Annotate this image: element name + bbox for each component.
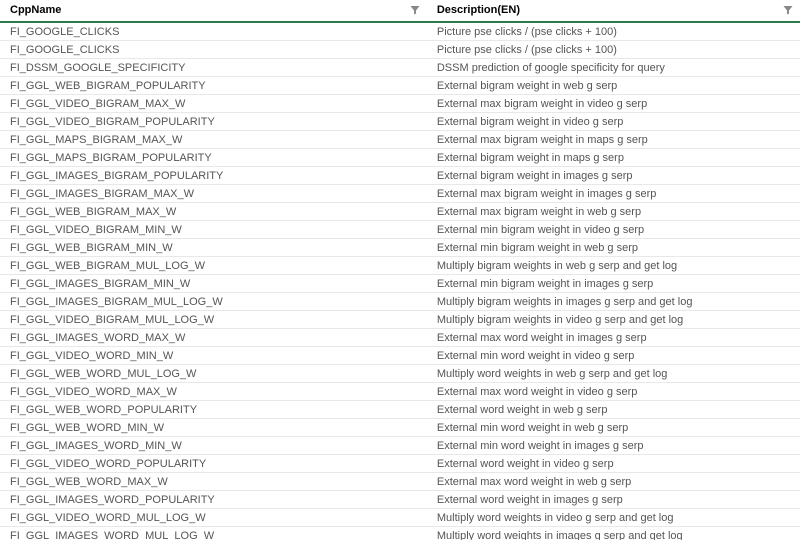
cell-cpp-name: FI_GGL_WEB_BIGRAM_POPULARITY [0, 77, 427, 95]
cell-cpp-name: FI_GGL_IMAGES_BIGRAM_MIN_W [0, 275, 427, 293]
table-row[interactable]: FI_GGL_VIDEO_BIGRAM_MAX_WExternal max bi… [0, 95, 800, 113]
cell-description: External word weight in web g serp [427, 401, 800, 419]
cell-cpp-name: FI_GGL_WEB_WORD_MUL_LOG_W [0, 365, 427, 383]
cell-description: Multiply word weights in images g serp a… [427, 527, 800, 540]
cell-cpp-name: FI_GOOGLE_CLICKS [0, 22, 427, 41]
cell-cpp-name: FI_GGL_IMAGES_WORD_MAX_W [0, 329, 427, 347]
table-row[interactable]: FI_DSSM_GOOGLE_SPECIFICITYDSSM predictio… [0, 59, 800, 77]
table-row[interactable]: FI_GGL_IMAGES_BIGRAM_MIN_WExternal min b… [0, 275, 800, 293]
cell-cpp-name: FI_GGL_IMAGES_WORD_MUL_LOG_W [0, 527, 427, 540]
table-row[interactable]: FI_GOOGLE_CLICKSPicture pse clicks / (ps… [0, 41, 800, 59]
table-header-row: CppName Description(EN) [0, 0, 800, 22]
cell-cpp-name: FI_GGL_IMAGES_BIGRAM_MUL_LOG_W [0, 293, 427, 311]
cell-cpp-name: FI_GGL_WEB_BIGRAM_MIN_W [0, 239, 427, 257]
cell-cpp-name: FI_GGL_IMAGES_BIGRAM_POPULARITY [0, 167, 427, 185]
cell-description: External bigram weight in web g serp [427, 77, 800, 95]
header-cpp-name[interactable]: CppName [0, 0, 427, 22]
table-row[interactable]: FI_GGL_VIDEO_WORD_MAX_WExternal max word… [0, 383, 800, 401]
cell-description: External min word weight in video g serp [427, 347, 800, 365]
cell-description: External bigram weight in video g serp [427, 113, 800, 131]
cell-description: External max word weight in web g serp [427, 473, 800, 491]
table-row[interactable]: FI_GGL_IMAGES_WORD_MUL_LOG_WMultiply wor… [0, 527, 800, 540]
cell-cpp-name: FI_GGL_VIDEO_BIGRAM_POPULARITY [0, 113, 427, 131]
table-row[interactable]: FI_GGL_VIDEO_BIGRAM_MUL_LOG_WMultiply bi… [0, 311, 800, 329]
cell-cpp-name: FI_GGL_IMAGES_WORD_MIN_W [0, 437, 427, 455]
cell-cpp-name: FI_GGL_MAPS_BIGRAM_POPULARITY [0, 149, 427, 167]
cell-description: External max bigram weight in web g serp [427, 203, 800, 221]
cell-description: External word weight in images g serp [427, 491, 800, 509]
cell-cpp-name: FI_GGL_WEB_WORD_MAX_W [0, 473, 427, 491]
cell-description: DSSM prediction of google specificity fo… [427, 59, 800, 77]
cell-cpp-name: FI_GGL_VIDEO_WORD_MIN_W [0, 347, 427, 365]
header-label: CppName [10, 4, 61, 16]
table-row[interactable]: FI_GGL_VIDEO_WORD_POPULARITYExternal wor… [0, 455, 800, 473]
cell-description: External min bigram weight in images g s… [427, 275, 800, 293]
table-row[interactable]: FI_GGL_VIDEO_BIGRAM_MIN_WExternal min bi… [0, 221, 800, 239]
cell-cpp-name: FI_GOOGLE_CLICKS [0, 41, 427, 59]
cell-description: External min word weight in images g ser… [427, 437, 800, 455]
cell-description: External max bigram weight in maps g ser… [427, 131, 800, 149]
cell-cpp-name: FI_GGL_VIDEO_WORD_MUL_LOG_W [0, 509, 427, 527]
cell-cpp-name: FI_GGL_WEB_BIGRAM_MAX_W [0, 203, 427, 221]
cell-description: Multiply word weights in web g serp and … [427, 365, 800, 383]
filter-icon[interactable] [409, 4, 421, 16]
cell-description: External min word weight in web g serp [427, 419, 800, 437]
table-row[interactable]: FI_GGL_MAPS_BIGRAM_MAX_WExternal max big… [0, 131, 800, 149]
table-row[interactable]: FI_GGL_WEB_WORD_POPULARITYExternal word … [0, 401, 800, 419]
cell-cpp-name: FI_GGL_IMAGES_WORD_POPULARITY [0, 491, 427, 509]
table-row[interactable]: FI_GGL_VIDEO_BIGRAM_POPULARITYExternal b… [0, 113, 800, 131]
cell-cpp-name: FI_GGL_VIDEO_BIGRAM_MAX_W [0, 95, 427, 113]
table-row[interactable]: FI_GGL_WEB_BIGRAM_POPULARITYExternal big… [0, 77, 800, 95]
cell-description: Multiply bigram weights in images g serp… [427, 293, 800, 311]
cell-description: External word weight in video g serp [427, 455, 800, 473]
table-row[interactable]: FI_GOOGLE_CLICKSPicture pse clicks / (ps… [0, 22, 800, 41]
cell-cpp-name: FI_GGL_VIDEO_BIGRAM_MUL_LOG_W [0, 311, 427, 329]
table-row[interactable]: FI_GGL_WEB_BIGRAM_MAX_WExternal max bigr… [0, 203, 800, 221]
header-description[interactable]: Description(EN) [427, 0, 800, 22]
table-body: FI_GOOGLE_CLICKSPicture pse clicks / (ps… [0, 22, 800, 540]
filter-icon[interactable] [782, 4, 794, 16]
header-label: Description(EN) [437, 4, 520, 16]
cell-description: External bigram weight in maps g serp [427, 149, 800, 167]
data-table: CppName Description(EN) FI_GOOGLE_CLICKS… [0, 0, 800, 540]
table-row[interactable]: FI_GGL_WEB_WORD_MAX_WExternal max word w… [0, 473, 800, 491]
cell-cpp-name: FI_GGL_VIDEO_WORD_MAX_W [0, 383, 427, 401]
cell-cpp-name: FI_GGL_WEB_WORD_POPULARITY [0, 401, 427, 419]
table-row[interactable]: FI_GGL_VIDEO_WORD_MUL_LOG_WMultiply word… [0, 509, 800, 527]
cell-cpp-name: FI_GGL_WEB_WORD_MIN_W [0, 419, 427, 437]
cell-description: Multiply word weights in video g serp an… [427, 509, 800, 527]
cell-cpp-name: FI_DSSM_GOOGLE_SPECIFICITY [0, 59, 427, 77]
cell-description: External bigram weight in images g serp [427, 167, 800, 185]
cell-description: External max bigram weight in video g se… [427, 95, 800, 113]
table-row[interactable]: FI_GGL_IMAGES_WORD_MIN_WExternal min wor… [0, 437, 800, 455]
cell-description: External min bigram weight in web g serp [427, 239, 800, 257]
cell-cpp-name: FI_GGL_IMAGES_BIGRAM_MAX_W [0, 185, 427, 203]
table-row[interactable]: FI_GGL_IMAGES_BIGRAM_MUL_LOG_WMultiply b… [0, 293, 800, 311]
table-row[interactable]: FI_GGL_VIDEO_WORD_MIN_WExternal min word… [0, 347, 800, 365]
cell-description: External max bigram weight in images g s… [427, 185, 800, 203]
table-row[interactable]: FI_GGL_WEB_WORD_MUL_LOG_WMultiply word w… [0, 365, 800, 383]
table-row[interactable]: FI_GGL_WEB_BIGRAM_MUL_LOG_WMultiply bigr… [0, 257, 800, 275]
cell-description: Multiply bigram weights in video g serp … [427, 311, 800, 329]
cell-description: External min bigram weight in video g se… [427, 221, 800, 239]
table-row[interactable]: FI_GGL_IMAGES_BIGRAM_POPULARITYExternal … [0, 167, 800, 185]
cell-description: Multiply bigram weights in web g serp an… [427, 257, 800, 275]
cell-cpp-name: FI_GGL_VIDEO_WORD_POPULARITY [0, 455, 427, 473]
table-row[interactable]: FI_GGL_IMAGES_WORD_MAX_WExternal max wor… [0, 329, 800, 347]
cell-description: External max word weight in images g ser… [427, 329, 800, 347]
table-row[interactable]: FI_GGL_WEB_WORD_MIN_WExternal min word w… [0, 419, 800, 437]
cell-cpp-name: FI_GGL_WEB_BIGRAM_MUL_LOG_W [0, 257, 427, 275]
cell-description: External max word weight in video g serp [427, 383, 800, 401]
cell-cpp-name: FI_GGL_MAPS_BIGRAM_MAX_W [0, 131, 427, 149]
cell-cpp-name: FI_GGL_VIDEO_BIGRAM_MIN_W [0, 221, 427, 239]
table-row[interactable]: FI_GGL_WEB_BIGRAM_MIN_WExternal min bigr… [0, 239, 800, 257]
cell-description: Picture pse clicks / (pse clicks + 100) [427, 41, 800, 59]
cell-description: Picture pse clicks / (pse clicks + 100) [427, 22, 800, 41]
table-row[interactable]: FI_GGL_MAPS_BIGRAM_POPULARITYExternal bi… [0, 149, 800, 167]
table-row[interactable]: FI_GGL_IMAGES_WORD_POPULARITYExternal wo… [0, 491, 800, 509]
table-row[interactable]: FI_GGL_IMAGES_BIGRAM_MAX_WExternal max b… [0, 185, 800, 203]
